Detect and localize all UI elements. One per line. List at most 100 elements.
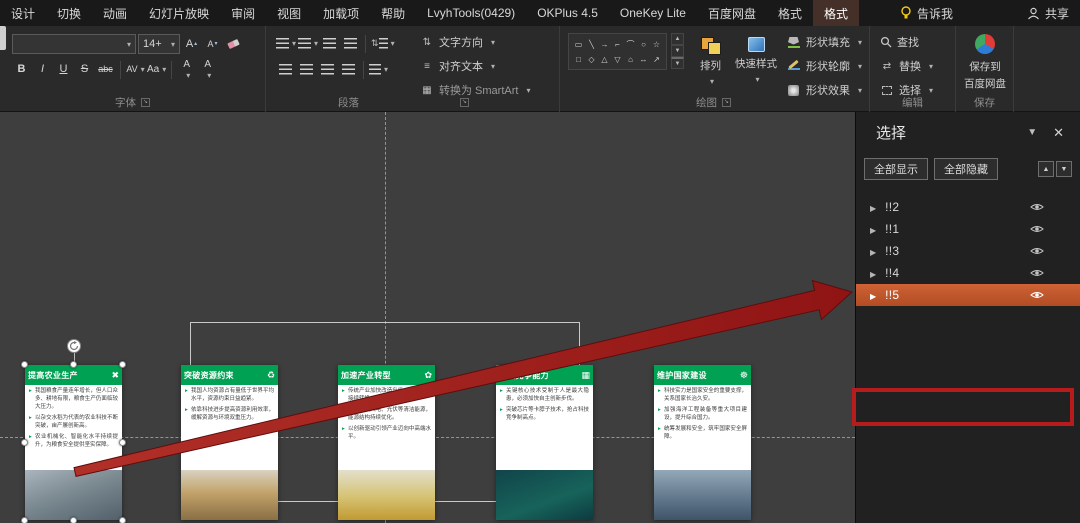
expand-icon[interactable]: [870, 244, 876, 258]
menu-tab-view[interactable]: 视图: [266, 0, 312, 26]
change-case-button[interactable]: Aa: [147, 60, 166, 79]
slide-card-5[interactable]: 维护国家建设 ☸ 科技实力是国家安全的重要支撑，关系国家长治久安。 加强海洋工程…: [654, 365, 751, 520]
expand-icon[interactable]: [870, 266, 876, 280]
increase-indent-button[interactable]: [341, 34, 360, 53]
pane-menu-caret[interactable]: ▼: [1017, 127, 1047, 138]
selection-handle[interactable]: [70, 517, 77, 523]
shape-icon[interactable]: ╲: [586, 37, 597, 51]
increase-font-button[interactable]: A ▴: [182, 35, 201, 54]
shape-icon[interactable]: ⌂: [625, 52, 636, 66]
menu-tab-design[interactable]: 设计: [0, 0, 46, 26]
expand-icon[interactable]: [870, 288, 876, 302]
share-button[interactable]: 共享: [1016, 0, 1080, 26]
align-text-button[interactable]: ≡ 对齐文本: [416, 56, 499, 76]
align-center-button[interactable]: [297, 60, 316, 79]
visibility-eye-icon[interactable]: [1030, 246, 1044, 256]
shape-icon[interactable]: ⌒: [625, 37, 636, 51]
shapes-gallery[interactable]: ▭ ╲ → ⌐ ⌒ ○ ☆ □ ◇ △ ▽ ⌂ ↔ ↗: [568, 33, 667, 70]
slide-card-3[interactable]: 加速产业转型 ✿ 传统产业加快改造升级，新旧动能接续转换。 大力发展风电、光伏等…: [338, 365, 435, 520]
quick-styles-button[interactable]: 快速样式: [735, 37, 777, 84]
text-highlight-color-button[interactable]: A: [177, 59, 196, 79]
show-all-button[interactable]: 全部显示: [864, 158, 928, 180]
shape-fill-button[interactable]: 形状填充: [782, 32, 866, 52]
shape-icon[interactable]: ☆: [651, 37, 662, 51]
selection-handle[interactable]: [21, 439, 28, 446]
menu-tab-transitions[interactable]: 切换: [46, 0, 92, 26]
rotation-handle[interactable]: [66, 339, 81, 353]
decrease-indent-button[interactable]: [320, 34, 339, 53]
menu-tab-lvyhtools[interactable]: LvyhTools(0429): [416, 0, 526, 26]
selection-item-1[interactable]: !!1: [856, 218, 1080, 240]
shape-icon[interactable]: ⌐: [612, 37, 623, 51]
tell-me-button[interactable]: 告诉我: [889, 0, 964, 26]
character-spacing-button[interactable]: AV: [126, 60, 145, 79]
shape-icon[interactable]: ○: [638, 37, 649, 51]
hide-all-button[interactable]: 全部隐藏: [934, 158, 998, 180]
selection-handle[interactable]: [119, 361, 126, 368]
selection-handle[interactable]: [70, 361, 77, 368]
shape-icon[interactable]: △: [599, 52, 610, 66]
font-dialog-launcher[interactable]: ↘: [141, 98, 150, 107]
selection-handle[interactable]: [21, 361, 28, 368]
menu-tab-addins[interactable]: 加载项: [312, 0, 370, 26]
menu-tab-slideshow[interactable]: 幻灯片放映: [138, 0, 220, 26]
menu-tab-review[interactable]: 审阅: [220, 0, 266, 26]
slide-card-4[interactable]: 增强竞争能力 ▦ 关键核心技术受制于人是最大隐患，必须加快自主创新步伐。 突破芯…: [496, 365, 593, 520]
gallery-more-button[interactable]: ▼: [671, 57, 684, 69]
visibility-eye-icon[interactable]: [1030, 224, 1044, 234]
gallery-scroll-up-button[interactable]: ▲: [671, 33, 684, 45]
gallery-scroll-down-button[interactable]: ▼: [671, 45, 684, 57]
align-left-button[interactable]: [276, 60, 295, 79]
bring-forward-button[interactable]: ▲: [1038, 161, 1054, 177]
arrange-button[interactable]: 排列: [700, 37, 721, 86]
underline-button[interactable]: U: [54, 60, 73, 79]
selection-item-4[interactable]: !!4: [856, 262, 1080, 284]
shape-icon[interactable]: □: [573, 52, 584, 66]
close-pane-button[interactable]: ✕: [1047, 125, 1070, 141]
line-spacing-button[interactable]: ⇅: [371, 34, 395, 53]
shape-icon[interactable]: ◇: [586, 52, 597, 66]
menu-tab-onekeylite[interactable]: OneKey Lite: [609, 0, 697, 26]
justify-button[interactable]: [339, 60, 358, 79]
shape-icon[interactable]: ▭: [573, 37, 584, 51]
selection-handle[interactable]: [119, 517, 126, 523]
bold-button[interactable]: B: [12, 60, 31, 79]
visibility-eye-icon[interactable]: [1030, 268, 1044, 278]
decrease-font-button[interactable]: A ▾: [203, 35, 222, 54]
send-backward-button[interactable]: ▼: [1056, 161, 1072, 177]
shape-outline-button[interactable]: 形状轮廓: [782, 56, 866, 76]
numbering-button[interactable]: [298, 34, 318, 53]
expand-icon[interactable]: [870, 200, 876, 214]
save-to-baidu-netdisk-button[interactable]: 保存到 百度网盘: [964, 34, 1006, 91]
slide-card-1[interactable]: 提高农业生产 ✖ 我国粮食产量连年增长，但人口众多、耕地有限，粮食生产仍面临较大…: [21, 339, 126, 523]
menu-tab-okplus[interactable]: OKPlus 4.5: [526, 0, 609, 26]
selection-item-2[interactable]: !!2: [856, 196, 1080, 218]
expand-icon[interactable]: [870, 222, 876, 236]
visibility-eye-icon[interactable]: [1030, 290, 1044, 300]
visibility-eye-icon[interactable]: [1030, 202, 1044, 212]
shape-icon[interactable]: ↗: [651, 52, 662, 66]
selection-handle[interactable]: [21, 517, 28, 523]
paragraph-dialog-launcher[interactable]: ↘: [460, 98, 469, 107]
selection-item-5-selected[interactable]: !!5: [856, 284, 1080, 306]
font-size-combo[interactable]: 14+: [138, 34, 180, 54]
selection-handle[interactable]: [119, 439, 126, 446]
subscript-abc-button[interactable]: abc: [96, 60, 115, 79]
replace-button[interactable]: ⇄ 替换: [876, 56, 937, 76]
font-color-button[interactable]: A: [198, 59, 217, 79]
text-direction-button[interactable]: ⇅ 文字方向: [416, 32, 499, 52]
selection-item-3[interactable]: !!3: [856, 240, 1080, 262]
menu-tab-baidu-netdisk[interactable]: 百度网盘: [697, 0, 767, 26]
bullets-button[interactable]: [276, 34, 296, 53]
columns-button[interactable]: [369, 60, 388, 79]
align-right-button[interactable]: [318, 60, 337, 79]
font-name-combo[interactable]: [12, 34, 136, 54]
strikethrough-button[interactable]: S: [75, 60, 94, 79]
menu-tab-format-drawing[interactable]: 格式: [767, 0, 813, 26]
slide-card-2[interactable]: 突破资源约束 ♻ 我国人均资源占有量低于世界平均水平，资源约束日益趋紧。 依靠科…: [181, 365, 278, 520]
find-button[interactable]: 查找: [876, 32, 923, 52]
shape-icon[interactable]: ▽: [612, 52, 623, 66]
drawing-dialog-launcher[interactable]: ↘: [722, 98, 731, 107]
shape-icon[interactable]: →: [599, 37, 610, 51]
shape-icon[interactable]: ↔: [638, 52, 649, 66]
